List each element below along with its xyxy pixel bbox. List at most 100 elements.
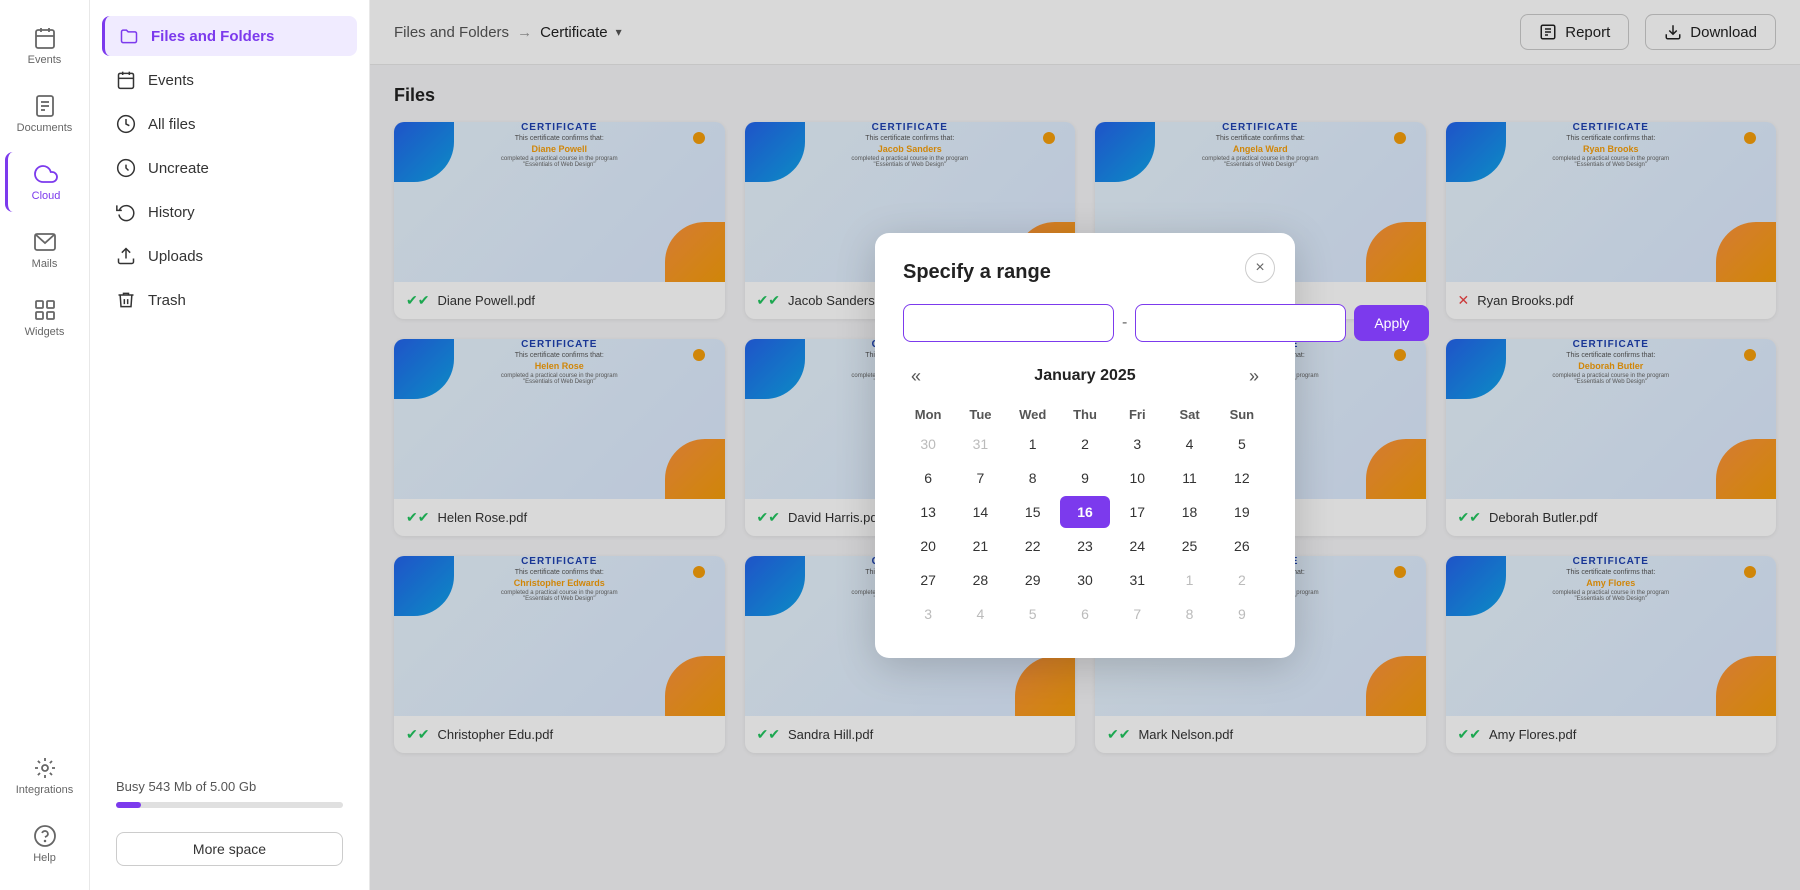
sidebar-item-nav-events[interactable]: Events [102,60,357,100]
upload-icon [116,246,136,266]
sidebar-item-all-files-label: All files [148,116,196,133]
calendar-day[interactable]: 9 [1217,598,1267,630]
calendar: « January 2025 » MonTueWedThuFriSatSun30… [903,362,1267,630]
sidebar-item-cloud[interactable]: Cloud [5,152,85,212]
calendar-day[interactable]: 30 [903,428,953,460]
calendar-day[interactable]: 7 [955,462,1005,494]
calendar-month-label: January 2025 [1034,367,1135,385]
calendar-day[interactable]: 31 [1112,564,1162,596]
calendar-day[interactable]: 30 [1060,564,1110,596]
calendar-day[interactable]: 20 [903,530,953,562]
calendar-day[interactable]: 22 [1008,530,1058,562]
close-icon: × [1255,259,1264,277]
calendar-day[interactable]: 3 [1112,428,1162,460]
calendar-day[interactable]: 4 [1164,428,1214,460]
storage-label: Busy 543 Mb of 5.00 Gb [116,779,343,794]
calendar-day[interactable]: 10 [1112,462,1162,494]
sidebar-item-mails-label: Mails [32,258,58,270]
storage-bar-fill [116,802,141,808]
calendar-day[interactable]: 1 [1164,564,1214,596]
calendar-day[interactable]: 31 [955,428,1005,460]
calendar-day[interactable]: 8 [1164,598,1214,630]
calendar-prev-button[interactable]: « [903,362,929,391]
sidebar-item-mails[interactable]: Mails [5,220,85,280]
calendar-day[interactable]: 6 [903,462,953,494]
sidebar-item-integrations[interactable]: Integrations [5,746,85,806]
integrations-icon [33,756,57,780]
calendar-day[interactable]: 3 [903,598,953,630]
sidebar-item-uncreate[interactable]: Uncreate [102,148,357,188]
sidebar-item-files-and-folders[interactable]: Files and Folders [102,16,357,56]
calendar-day[interactable]: 5 [1008,598,1058,630]
calendar-day[interactable]: 18 [1164,496,1214,528]
folder-icon [119,26,139,46]
calendar-day[interactable]: 7 [1112,598,1162,630]
clock-icon [116,114,136,134]
calendar-day[interactable]: 24 [1112,530,1162,562]
sidebar-item-nav-events-label: Events [148,72,194,89]
calendar-next-button[interactable]: » [1241,362,1267,391]
sidebar-item-widgets-label: Widgets [25,326,65,338]
calendar-day-header: Fri [1112,403,1162,426]
sidebar-item-history[interactable]: History [102,192,357,232]
calendar-day[interactable]: 5 [1217,428,1267,460]
calendar-day[interactable]: 25 [1164,530,1214,562]
modal-title: Specify a range [903,261,1267,284]
sidebar-item-files-and-folders-label: Files and Folders [151,28,274,45]
sidebar-item-uploads-label: Uploads [148,248,203,265]
calendar-day[interactable]: 2 [1217,564,1267,596]
calendar-day[interactable]: 11 [1164,462,1214,494]
sidebar-item-trash-label: Trash [148,292,186,309]
sidebar-item-documents[interactable]: Documents [5,84,85,144]
calendar-day[interactable]: 2 [1060,428,1110,460]
calendar-day[interactable]: 21 [955,530,1005,562]
uncreate-icon [116,158,136,178]
calendar-day[interactable]: 19 [1217,496,1267,528]
calendar-day[interactable]: 28 [955,564,1005,596]
calendar-grid: MonTueWedThuFriSatSun3031123456789101112… [903,403,1267,630]
calendar-day[interactable]: 6 [1060,598,1110,630]
help-icon [33,824,57,848]
calendar-day[interactable]: 13 [903,496,953,528]
sidebar-item-help[interactable]: Help [5,814,85,874]
calendar-day[interactable]: 23 [1060,530,1110,562]
sidebar-item-widgets[interactable]: Widgets [5,288,85,348]
calendar-nav-icon [116,70,136,90]
history-icon [116,202,136,222]
modal-overlay: Specify a range × - Apply « January 2025… [370,0,1800,890]
calendar-day[interactable]: 16 [1060,496,1110,528]
more-space-button[interactable]: More space [116,832,343,866]
sidebar-item-events[interactable]: Events [5,16,85,76]
date-end-input[interactable] [1135,304,1346,342]
calendar-day-header: Wed [1008,403,1058,426]
date-separator: - [1122,314,1127,332]
sidebar-item-uncreate-label: Uncreate [148,160,209,177]
calendar-day[interactable]: 27 [903,564,953,596]
cloud-icon [34,162,58,186]
storage-bar-bg [116,802,343,808]
calendar-day[interactable]: 15 [1008,496,1058,528]
document-icon [33,94,57,118]
calendar-day[interactable]: 17 [1112,496,1162,528]
calendar-header: « January 2025 » [903,362,1267,391]
calendar-day[interactable]: 1 [1008,428,1058,460]
sidebar-item-help-label: Help [33,852,56,864]
calendar-day[interactable]: 12 [1217,462,1267,494]
icon-sidebar: Events Documents Cloud Mails Widgets Int… [0,0,90,890]
sidebar-item-uploads[interactable]: Uploads [102,236,357,276]
sidebar-item-events-label: Events [28,54,62,66]
date-start-input[interactable] [903,304,1114,342]
storage-section: Busy 543 Mb of 5.00 Gb [102,767,357,820]
sidebar-item-trash[interactable]: Trash [102,280,357,320]
main-content: Files and Folders → Certificate ▾ Report… [370,0,1800,890]
calendar-day[interactable]: 26 [1217,530,1267,562]
sidebar-item-all-files[interactable]: All files [102,104,357,144]
calendar-day[interactable]: 29 [1008,564,1058,596]
calendar-day[interactable]: 14 [955,496,1005,528]
calendar-day[interactable]: 8 [1008,462,1058,494]
apply-button[interactable]: Apply [1354,305,1429,341]
calendar-day[interactable]: 4 [955,598,1005,630]
calendar-day[interactable]: 9 [1060,462,1110,494]
mail-icon [33,230,57,254]
modal-close-button[interactable]: × [1245,253,1275,283]
